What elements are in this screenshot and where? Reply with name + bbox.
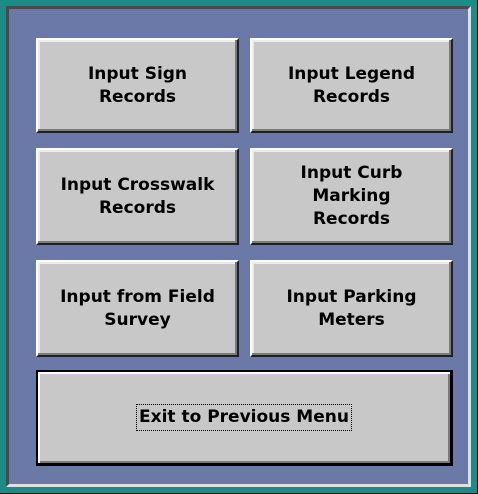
window-frame: Input Sign Records Input Legend Records … [0, 0, 478, 494]
input-crosswalk-records-button[interactable]: Input Crosswalk Records [36, 148, 239, 245]
input-legend-records-button[interactable]: Input Legend Records [250, 38, 453, 133]
input-parking-meters-button[interactable]: Input Parking Meters [250, 260, 453, 357]
input-sign-records-button[interactable]: Input Sign Records [36, 38, 239, 133]
input-curb-marking-records-button[interactable]: Input Curb Marking Records [250, 148, 453, 245]
input-from-field-survey-button[interactable]: Input from Field Survey [36, 260, 239, 357]
exit-to-previous-menu-button[interactable]: Exit to Previous Menu [36, 370, 453, 466]
exit-button-label: Exit to Previous Menu [136, 404, 352, 431]
